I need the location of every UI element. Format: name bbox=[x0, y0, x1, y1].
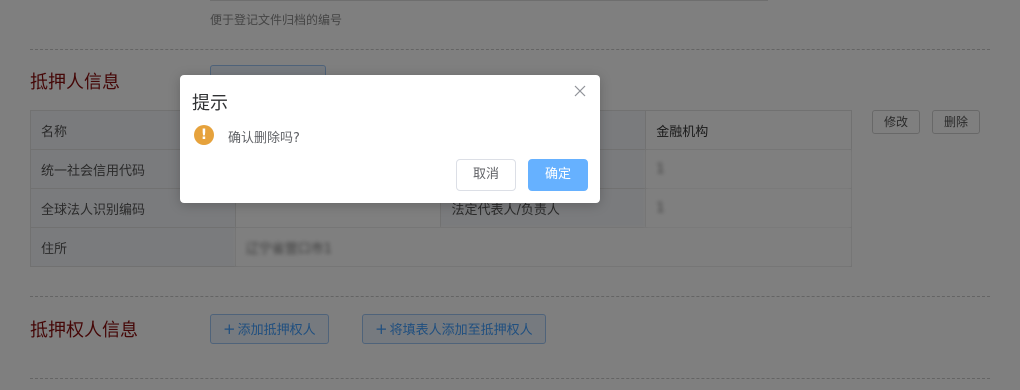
dialog-title: 提示 bbox=[192, 93, 228, 114]
cancel-button[interactable]: 取消 bbox=[456, 159, 516, 191]
dialog-message: 确认删除吗? bbox=[228, 131, 300, 146]
confirm-dialog: 提示 ! 确认删除吗? 取消 确定 bbox=[180, 75, 600, 203]
confirm-button[interactable]: 确定 bbox=[528, 159, 588, 191]
close-icon[interactable] bbox=[572, 83, 588, 99]
warning-icon: ! bbox=[194, 125, 214, 145]
